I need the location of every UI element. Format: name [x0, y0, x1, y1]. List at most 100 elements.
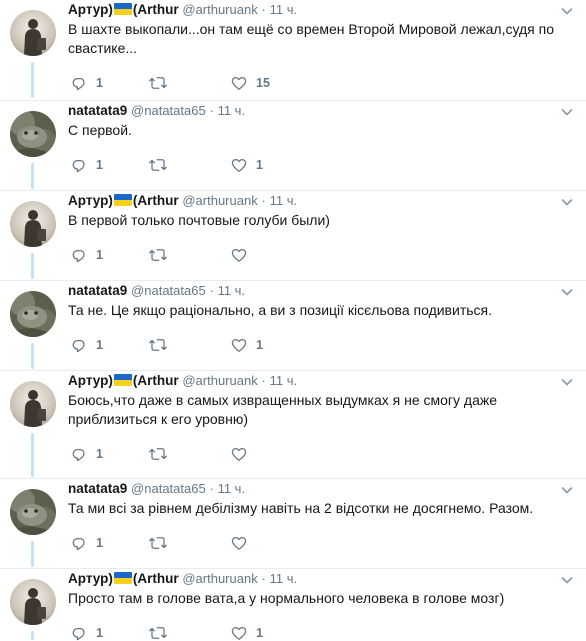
retweet-icon: [148, 534, 168, 552]
timestamp[interactable]: 11 ч.: [270, 373, 298, 388]
tweet[interactable]: natatata9 @natatata65 · 11 ч. С первой. 1 1: [0, 100, 586, 191]
like-button[interactable]: 1: [230, 155, 263, 175]
user-handle[interactable]: @arthuruank: [182, 2, 257, 17]
reply-count: 1: [96, 447, 103, 461]
tweet-text-line: Та не. Це якщо раціонально, а ви з позиц…: [68, 302, 492, 318]
like-count: 1: [256, 626, 263, 640]
timestamp[interactable]: 11 ч.: [218, 481, 246, 496]
avatar[interactable]: [10, 381, 56, 427]
heart-icon: [230, 624, 248, 641]
display-name[interactable]: natatata9: [68, 103, 127, 118]
user-handle[interactable]: @arthuruank: [182, 373, 257, 388]
tweet[interactable]: natatata9 @natatata65 · 11 ч. Та не. Це я…: [0, 280, 586, 371]
ukraine-flag-icon: [113, 3, 132, 15]
display-name-suffix[interactable]: (Arthur: [133, 2, 179, 17]
display-name[interactable]: natatata9: [68, 283, 127, 298]
tweet[interactable]: Артур) (Arthur @arthuruank · 11 ч. В шахте…: [0, 0, 586, 100]
tweet-actions: 1 15: [68, 73, 468, 93]
like-button[interactable]: 1: [230, 335, 263, 355]
display-name[interactable]: natatata9: [68, 481, 127, 496]
reply-button[interactable]: 1: [70, 155, 103, 175]
avatar[interactable]: [10, 10, 56, 56]
chevron-down-icon[interactable]: [560, 483, 574, 497]
avatar[interactable]: [10, 111, 56, 157]
reply-count: 1: [96, 76, 103, 90]
like-button[interactable]: [230, 245, 256, 265]
retweet-button[interactable]: [148, 335, 176, 355]
display-name-suffix[interactable]: (Arthur: [133, 193, 179, 208]
tweet-text-line: Просто там в голове вата,а у нормального…: [68, 590, 505, 606]
tweet-actions: 11: [68, 335, 468, 355]
like-button[interactable]: 15: [230, 73, 270, 93]
tweet-text: С первой.: [68, 121, 568, 140]
like-count: 15: [256, 76, 270, 90]
tweet-header: Артур) (Arthur @arthuruank · 11 ч.: [68, 570, 297, 587]
reply-button[interactable]: 1: [70, 245, 103, 265]
user-handle[interactable]: @arthuruank: [182, 571, 257, 586]
retweet-button[interactable]: [148, 623, 176, 641]
reply-count: 1: [96, 536, 103, 550]
tweet-header: Артур) (Arthur @arthuruank · 11 ч.: [68, 1, 297, 18]
reply-button[interactable]: 1: [70, 623, 103, 641]
reply-button[interactable]: 1: [70, 335, 103, 355]
separator-dot: ·: [209, 283, 214, 298]
tweet[interactable]: natatata9 @natatata65 · 11 ч. Та ми всі з…: [0, 478, 586, 569]
reply-icon: [70, 156, 88, 174]
tweet[interactable]: Артур) (Arthur @arthuruank · 11 ч. Боюсь,ч…: [0, 370, 586, 479]
tweet-header: natatata9 @natatata65 · 11 ч.: [68, 480, 245, 497]
separator-dot: ·: [209, 481, 214, 496]
user-handle[interactable]: @natatata65: [131, 283, 206, 298]
separator-dot: ·: [209, 103, 214, 118]
retweet-button[interactable]: [148, 245, 176, 265]
display-name[interactable]: Артур): [68, 373, 113, 388]
tweet[interactable]: Артур) (Arthur @arthuruank · 11 ч. Просто …: [0, 568, 586, 641]
tweet[interactable]: Артур) (Arthur @arthuruank · 11 ч. В перво…: [0, 190, 586, 281]
tweet-text-line: Боюсь,что даже в самых извращенных выдум…: [68, 392, 498, 408]
separator-dot: ·: [261, 373, 266, 388]
display-name[interactable]: Артур): [68, 193, 113, 208]
retweet-button[interactable]: [148, 533, 176, 553]
reply-button[interactable]: 1: [70, 533, 103, 553]
timestamp[interactable]: 11 ч.: [270, 571, 298, 586]
retweet-button[interactable]: [148, 73, 176, 93]
tweet-header: natatata9 @natatata65 · 11 ч.: [68, 282, 245, 299]
like-button[interactable]: 1: [230, 623, 263, 641]
tweet-text-line: В первой только почтовые голуби были): [68, 212, 330, 228]
avatar[interactable]: [10, 201, 56, 247]
reply-count: 1: [96, 626, 103, 640]
display-name-suffix[interactable]: (Arthur: [133, 373, 179, 388]
user-handle[interactable]: @natatata65: [131, 481, 206, 496]
reply-button[interactable]: 1: [70, 73, 103, 93]
thread-connector-line: [31, 253, 34, 279]
chevron-down-icon[interactable]: [560, 105, 574, 119]
retweet-button[interactable]: [148, 155, 176, 175]
timestamp[interactable]: 11 ч.: [270, 193, 298, 208]
timestamp[interactable]: 11 ч.: [270, 2, 298, 17]
timestamp[interactable]: 11 ч.: [218, 283, 246, 298]
avatar[interactable]: [10, 291, 56, 337]
chevron-down-icon[interactable]: [560, 573, 574, 587]
display-name[interactable]: Артур): [68, 2, 113, 17]
reply-icon: [70, 534, 88, 552]
tweet-header: Артур) (Arthur @arthuruank · 11 ч.: [68, 192, 297, 209]
chevron-down-icon[interactable]: [560, 195, 574, 209]
timestamp[interactable]: 11 ч.: [218, 103, 246, 118]
chevron-down-icon[interactable]: [560, 375, 574, 389]
reply-count: 1: [96, 338, 103, 352]
separator-dot: ·: [261, 571, 266, 586]
display-name[interactable]: Артур): [68, 571, 113, 586]
chevron-down-icon[interactable]: [560, 4, 574, 18]
like-button[interactable]: [230, 533, 256, 553]
chevron-down-icon[interactable]: [560, 285, 574, 299]
like-button[interactable]: [230, 444, 256, 464]
user-handle[interactable]: @arthuruank: [182, 193, 257, 208]
reply-thread: Артур) (Arthur @arthuruank · 11 ч. В шахте…: [0, 0, 586, 641]
avatar[interactable]: [10, 579, 56, 625]
display-name-suffix[interactable]: (Arthur: [133, 571, 179, 586]
retweet-icon: [148, 246, 168, 264]
retweet-button[interactable]: [148, 444, 176, 464]
tweet-header: Артур) (Arthur @arthuruank · 11 ч.: [68, 372, 297, 389]
avatar[interactable]: [10, 489, 56, 535]
reply-button[interactable]: 1: [70, 444, 103, 464]
user-handle[interactable]: @natatata65: [131, 103, 206, 118]
